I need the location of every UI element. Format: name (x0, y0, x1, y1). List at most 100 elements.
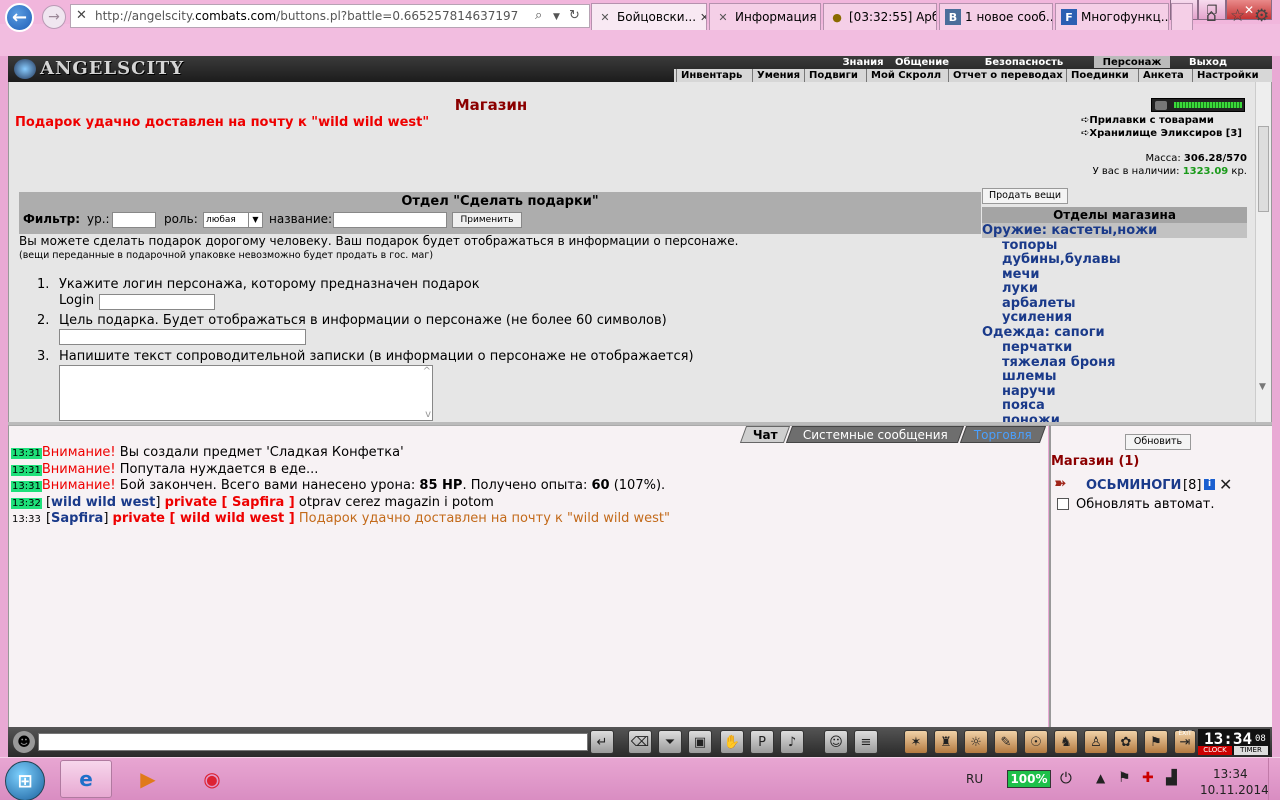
private-message-icon[interactable]: ➽ (1054, 474, 1067, 492)
internet-explorer-icon[interactable]: e (60, 760, 112, 798)
browser-tab[interactable]: В 1 новое сооб... (939, 3, 1053, 30)
scroll-icon[interactable]: ≡ (854, 730, 878, 754)
cast-spell-icon[interactable]: ✶ (904, 730, 928, 754)
sell-items-button[interactable]: Продать вещи (982, 188, 1068, 204)
menu-communication[interactable]: Общение (890, 56, 954, 68)
smiley-icon[interactable]: ☺ (824, 730, 848, 754)
browser-tab[interactable]: ✕ Бойцовски... ✕ (591, 3, 707, 30)
private-tag[interactable]: private [ wild wild west ] (113, 511, 295, 526)
favorites-star-icon[interactable]: ☆ (1230, 6, 1245, 26)
link-stalls[interactable]: ➪Прилавки с товарами (1081, 115, 1214, 126)
message-time[interactable]: 13:31 (11, 481, 42, 492)
flag-icon[interactable]: ⚑ (1144, 730, 1168, 754)
tray-app-icon[interactable]: ✚ (1142, 770, 1154, 786)
private-tag[interactable]: private [ Sapfira ] (165, 495, 295, 510)
message-time[interactable]: 13:33 (11, 514, 42, 525)
gift-purpose-input[interactable] (59, 329, 306, 345)
back-button[interactable]: ← (5, 3, 34, 32)
submenu-profile[interactable]: Анкета (1138, 69, 1188, 82)
forward-button[interactable]: → (42, 5, 66, 29)
translit-icon[interactable]: P (750, 730, 774, 754)
scroll-down-icon[interactable]: ▼ (1259, 382, 1266, 392)
chat-nick[interactable]: Sapfira (51, 511, 103, 526)
home-icon[interactable]: ⌂ (1206, 6, 1217, 26)
address-bar[interactable]: ✕ http://angelscity. combats.com/buttons.… (70, 4, 590, 28)
show-hidden-icons[interactable]: ▲ (1096, 771, 1105, 785)
message-time[interactable]: 13:32 (11, 498, 42, 509)
category-item[interactable]: усиления (1002, 310, 1072, 325)
action-center-flag-icon[interactable]: ⚑ (1118, 770, 1131, 786)
submenu-battles[interactable]: Поединки (1066, 69, 1133, 82)
link-elixirs[interactable]: ➪Хранилище Эликсиров [3] (1081, 128, 1242, 139)
show-desktop-button[interactable] (1268, 758, 1280, 800)
refresh-icon[interactable]: ↻ (569, 8, 580, 23)
timer-mode-label[interactable]: TIMER (1234, 746, 1268, 755)
quest-icon[interactable]: ✎ (994, 730, 1018, 754)
auto-refresh-checkbox[interactable] (1057, 498, 1069, 510)
battery-indicator[interactable]: 100% (1007, 770, 1051, 788)
scroll-down-icon[interactable]: v (425, 409, 431, 420)
category-item[interactable]: луки (1002, 281, 1038, 296)
sound-icon[interactable]: ♪ (780, 730, 804, 754)
dropdown-arrow-icon[interactable]: ▼ (553, 12, 560, 22)
submenu-transfer-report[interactable]: Отчет о переводах (948, 69, 1067, 82)
map-icon[interactable]: ☉ (1024, 730, 1048, 754)
tab-close-icon[interactable]: ✕ (700, 11, 706, 24)
category-item[interactable]: шлемы (1002, 369, 1057, 384)
category-item[interactable]: тяжелая броня (1002, 355, 1115, 370)
name-input[interactable] (333, 212, 447, 228)
new-tab-button[interactable] (1171, 3, 1193, 30)
submenu-inventory[interactable]: Инвентарь (676, 69, 747, 82)
chat-nick[interactable]: wild wild west (51, 495, 155, 510)
scroll-up-icon[interactable]: ^ (423, 366, 431, 377)
refresh-button[interactable]: Обновить (1125, 434, 1191, 450)
category-item[interactable]: Одежда: сапоги (982, 325, 1105, 340)
category-item[interactable]: пояса (1002, 398, 1045, 413)
login-input[interactable] (99, 294, 215, 310)
settings-gear-icon[interactable]: ⚙ (1254, 6, 1269, 26)
category-item[interactable]: наручи (1002, 384, 1056, 399)
message-time[interactable]: 13:31 (11, 465, 42, 476)
exit-icon[interactable]: EXIT ⇥ (1174, 730, 1196, 754)
browser-tab[interactable]: ✕ Информация ... (709, 3, 821, 30)
message-time[interactable]: 13:31 (11, 448, 42, 459)
menu-security[interactable]: Безопасность (974, 56, 1074, 68)
media-player-icon[interactable]: ▶ (122, 760, 174, 798)
start-button[interactable]: ⊞ (5, 761, 45, 800)
category-item[interactable]: перчатки (1002, 340, 1072, 355)
category-item[interactable]: дубины,булавы (1002, 252, 1121, 267)
taskbar-date[interactable]: 10.11.2014 (1200, 783, 1269, 797)
category-item[interactable]: мечи (1002, 267, 1039, 282)
menu-exit[interactable]: Выход (1182, 56, 1234, 68)
eraser-icon[interactable]: ⌫ (628, 730, 652, 754)
search-icon[interactable]: ⌕ (535, 8, 542, 23)
gift-note-textarea[interactable]: ^ v (59, 365, 433, 421)
pet-icon[interactable]: ✿ (1114, 730, 1138, 754)
user-name[interactable]: ОСЬМИНОГИ (1086, 478, 1181, 493)
browser-tab[interactable]: F Многофункц... (1055, 3, 1169, 30)
tab-chat[interactable]: Чат (739, 426, 791, 443)
info-icon[interactable]: i (1204, 479, 1215, 490)
plug-icon[interactable]: ⏻ (1060, 769, 1072, 787)
apply-button[interactable]: Применить (452, 212, 522, 228)
browser-tab[interactable]: ● [03:32:55] Арбат (823, 3, 937, 30)
ignore-icon[interactable]: ✋ (720, 730, 744, 754)
clock-mode-label[interactable]: CLOCK (1198, 746, 1232, 755)
category-item[interactable]: арбалеты (1002, 296, 1076, 311)
main-scrollbar[interactable]: ▼ (1255, 82, 1271, 422)
category-item[interactable]: поножи (1002, 413, 1060, 422)
trade-icon[interactable]: ☼ (964, 730, 988, 754)
chat-input[interactable] (38, 733, 588, 751)
level-input[interactable] (112, 212, 156, 228)
speaker-icon[interactable]: ☻ (13, 731, 35, 753)
tab-system-messages[interactable]: Системные сообщения (785, 426, 965, 443)
close-icon[interactable]: ✕ (1219, 475, 1232, 494)
submenu-scroll[interactable]: Мой Скролл (866, 69, 946, 82)
category-item[interactable]: топоры (1002, 238, 1057, 253)
taskbar-time[interactable]: 13:34 (1213, 767, 1248, 781)
submenu-settings[interactable]: Настройки (1192, 69, 1263, 82)
send-enter-icon[interactable]: ↵ (590, 730, 614, 754)
filter-icon[interactable]: ⏷ (658, 730, 682, 754)
submenu-achievements[interactable]: Подвиги (804, 69, 862, 82)
role-select[interactable]: любая ▼ (203, 212, 263, 228)
